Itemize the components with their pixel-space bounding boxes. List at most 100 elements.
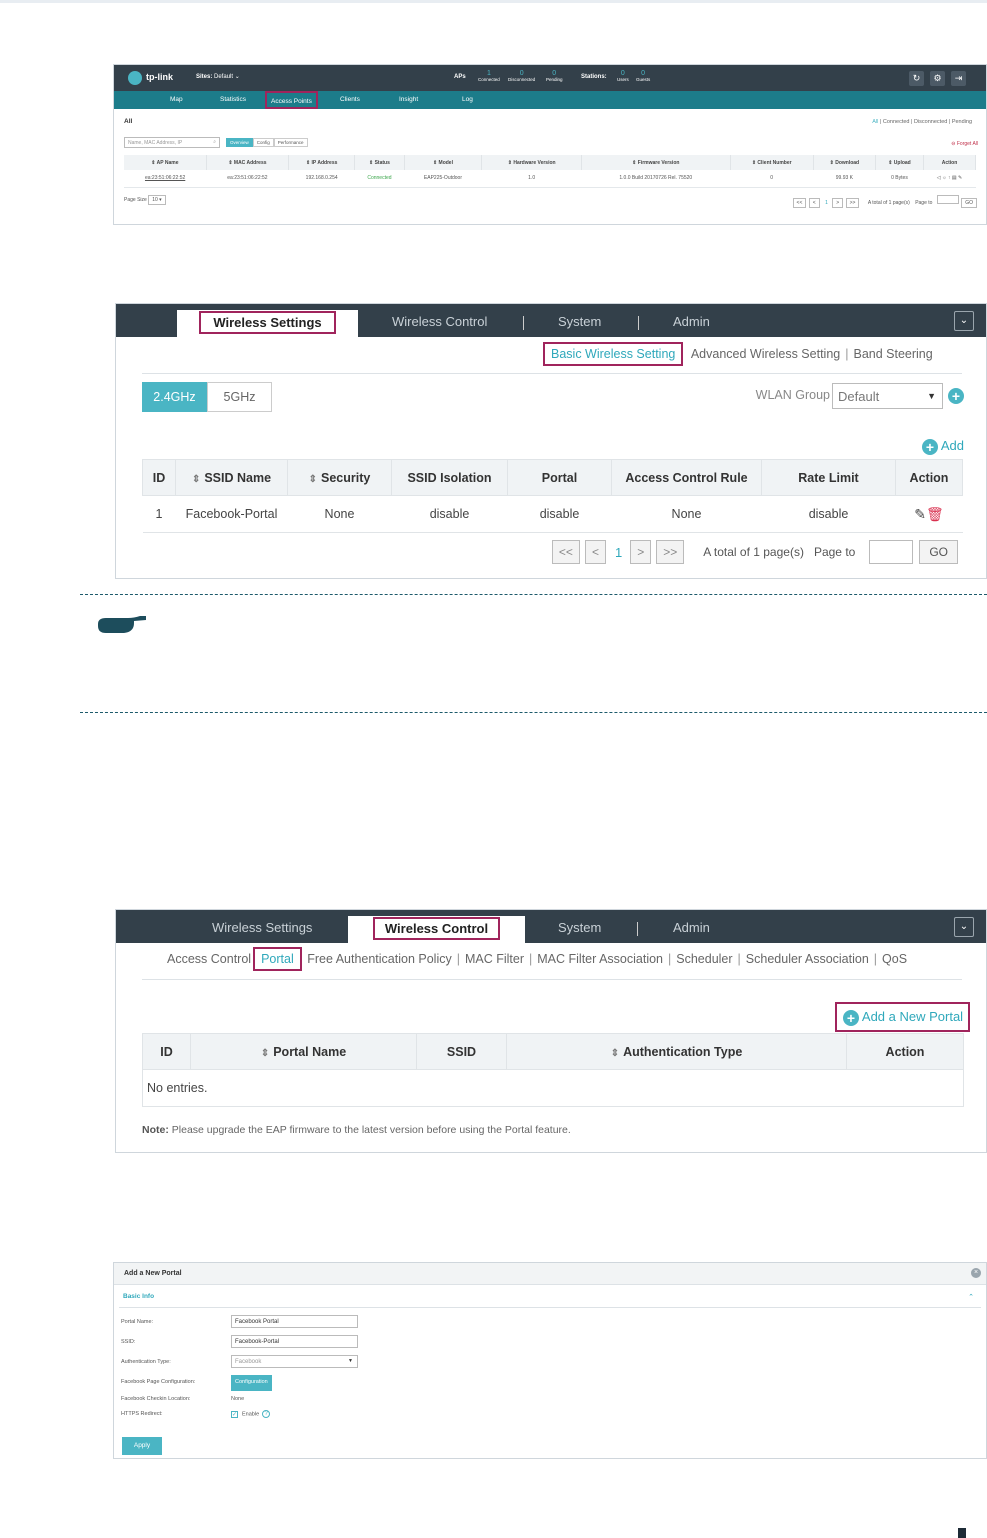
subnav-qos[interactable]: QoS	[882, 952, 907, 966]
column-header[interactable]: ⇕ SSID Name	[175, 459, 288, 496]
hardware-version: 1.0	[481, 170, 582, 188]
add-ssid-button[interactable]: + Add	[921, 438, 964, 455]
page-size-select[interactable]: 10 ▾	[148, 195, 166, 205]
ssid-portal: disable	[507, 495, 612, 533]
ssid-input[interactable]: Facebook-Portal	[231, 1335, 358, 1348]
pager: Page Size 10 ▾ << < 1 > >> A total of 1 …	[124, 195, 978, 208]
view-config[interactable]: Config	[252, 138, 274, 147]
prev-page-button[interactable]: <	[584, 540, 606, 564]
trash-icon[interactable]: 🗑	[926, 506, 944, 522]
column-header[interactable]: ⇕ MAC Address	[206, 155, 290, 170]
filter-all[interactable]: All	[872, 119, 878, 125]
upload: 0 Bytes	[875, 170, 924, 188]
subnav-access-control[interactable]: Access Control	[167, 952, 251, 966]
subnav-free-auth-policy[interactable]: Free Authentication Policy	[307, 952, 452, 966]
locate-icon[interactable]: ◁	[937, 175, 941, 181]
site-selector[interactable]: Sites: Default ⌄	[196, 73, 240, 80]
subnav-portal[interactable]: Portal	[253, 947, 302, 971]
column-header[interactable]: ⇕ Hardware Version	[481, 155, 582, 170]
filter-connected[interactable]: Connected	[883, 119, 910, 125]
band-2-4ghz[interactable]: 2.4GHz	[142, 382, 207, 412]
subnav-advanced-wireless-setting[interactable]: Advanced Wireless Setting	[691, 347, 840, 361]
column-header[interactable]: ⇕ AP Name	[124, 155, 207, 170]
tab-wireless-settings[interactable]: Wireless Settings	[212, 920, 312, 935]
column-header: Portal	[507, 459, 612, 496]
subnav-scheduler[interactable]: Scheduler	[676, 952, 732, 966]
tab-admin[interactable]: Admin	[673, 920, 710, 935]
column-header[interactable]: ⇕ Model	[404, 155, 483, 170]
next-page-button[interactable]: >	[832, 198, 844, 208]
upgrade-icon[interactable]: ↑	[948, 175, 951, 181]
subnav-band-steering[interactable]: Band Steering	[853, 347, 932, 361]
dropdown-arrow-icon: ▼	[927, 391, 936, 401]
next-page-button[interactable]: >	[630, 540, 652, 564]
nav-map[interactable]: Map	[170, 96, 183, 103]
nav-clients[interactable]: Clients	[340, 96, 360, 103]
band-5ghz[interactable]: 5GHz	[207, 382, 272, 412]
tab-wireless-control[interactable]: Wireless Control	[392, 314, 487, 329]
main-nav: Map Statistics Access Points Clients Ins…	[114, 91, 986, 109]
column-header[interactable]: ⇕ Upload	[875, 155, 925, 170]
column-header[interactable]: ⇕ Status	[354, 155, 405, 170]
add-portal-button[interactable]: + Add a New Portal	[835, 1002, 970, 1032]
go-button[interactable]: GO	[961, 198, 977, 208]
tab-wireless-control[interactable]: Wireless Control	[348, 916, 525, 943]
first-page-button[interactable]: <<	[792, 198, 807, 208]
enable-checkbox[interactable]: ✓	[231, 1410, 238, 1418]
nav-access-points[interactable]: Access Points	[265, 91, 318, 109]
collapse-icon[interactable]: ⌄	[954, 311, 974, 331]
chevron-up-icon[interactable]: ⌃	[968, 1293, 974, 1301]
column-header[interactable]: ⇕ Client Number	[730, 155, 814, 170]
last-page-button[interactable]: >>	[656, 540, 685, 564]
subnav-basic-wireless-setting[interactable]: Basic Wireless Setting	[543, 342, 684, 366]
first-page-button[interactable]: <<	[551, 540, 580, 564]
column-header[interactable]: ⇕ Authentication Type	[506, 1033, 847, 1070]
column-header[interactable]: ⇕ Security	[287, 459, 392, 496]
column-header[interactable]: ⇕ Download	[813, 155, 876, 170]
logout-icon[interactable]: ⇥	[951, 71, 966, 86]
apply-button[interactable]: Apply	[122, 1437, 162, 1455]
table-row: No entries.	[142, 1069, 964, 1107]
collapse-icon[interactable]: ⌄	[954, 917, 974, 937]
subnav-scheduler-association[interactable]: Scheduler Association	[746, 952, 869, 966]
filter-pending[interactable]: Pending	[952, 119, 972, 125]
view-overview[interactable]: Overview	[226, 138, 253, 147]
last-page-button[interactable]: >>	[845, 198, 860, 208]
close-icon[interactable]: ×	[971, 1268, 981, 1278]
search-input[interactable]: Name, MAC Address, IP ⌕	[124, 137, 220, 148]
nav-log[interactable]: Log	[462, 96, 473, 103]
help-icon[interactable]: ?	[262, 1410, 271, 1418]
ap-name-link[interactable]: ea:23:51:06:22:52	[124, 170, 207, 188]
section-title: Basic Info	[123, 1293, 155, 1300]
tab-system[interactable]: System	[558, 920, 601, 935]
tab-admin[interactable]: Admin	[673, 314, 710, 329]
tab-wireless-settings[interactable]: Wireless Settings	[177, 310, 358, 337]
add-wlan-group-icon[interactable]: +	[948, 388, 964, 404]
configuration-button[interactable]: Configuration	[231, 1375, 272, 1391]
nav-insight[interactable]: Insight	[399, 96, 418, 103]
auth-type-select[interactable]: Facebook ▼	[231, 1355, 358, 1368]
prev-page-button[interactable]: <	[808, 198, 820, 208]
reboot-icon[interactable]: ☼	[942, 175, 947, 181]
column-header[interactable]: ⇕ IP Address	[288, 155, 356, 170]
column-header[interactable]: ⇕ Firmware Version	[581, 155, 731, 170]
filter-disconnected[interactable]: Disconnected	[914, 119, 947, 125]
wlan-group-select[interactable]: Default ▼	[832, 383, 943, 409]
edit-icon[interactable]: ✎	[914, 506, 926, 522]
forget-all-button[interactable]: ⊖ Forget All	[951, 141, 978, 147]
auth-type-label: Authentication Type:	[121, 1359, 171, 1365]
portal-name-input[interactable]: Facebook Portal	[231, 1315, 358, 1328]
subnav-mac-filter[interactable]: MAC Filter	[465, 952, 524, 966]
refresh-icon[interactable]: ↻	[909, 71, 924, 86]
tab-system[interactable]: System	[558, 314, 601, 329]
save-icon[interactable]: ▤	[952, 175, 957, 181]
page-to-input[interactable]	[869, 540, 914, 564]
nav-statistics[interactable]: Statistics	[220, 96, 246, 103]
edit-icon[interactable]: ✎	[958, 175, 962, 181]
column-header[interactable]: ⇕ Portal Name	[190, 1033, 417, 1070]
go-button[interactable]: GO	[919, 540, 958, 564]
view-performance[interactable]: Performance	[273, 138, 308, 147]
page-to-input[interactable]	[936, 195, 959, 204]
subnav-mac-filter-association[interactable]: MAC Filter Association	[537, 952, 663, 966]
gear-icon[interactable]: ⚙	[930, 71, 945, 86]
